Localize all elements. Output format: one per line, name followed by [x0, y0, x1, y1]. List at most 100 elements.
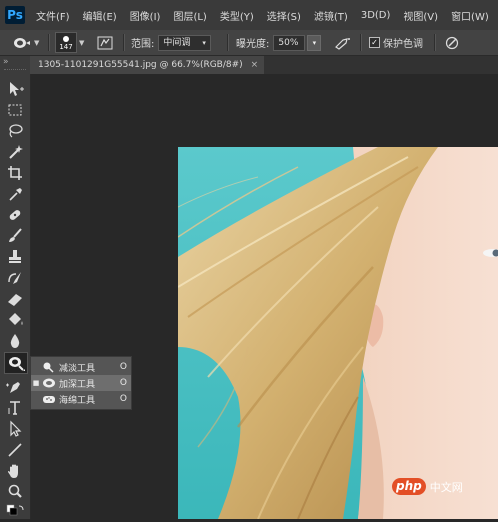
type-tool[interactable] [4, 398, 26, 418]
blur-icon [4, 331, 26, 351]
exposure-input[interactable]: 50% [273, 35, 305, 51]
exposure-slider-toggle[interactable]: ▾ [307, 35, 321, 51]
range-select-value: 中间调 [163, 36, 190, 50]
document-tab-bar: 1305-1101291G55541.jpg @ 66.7%(RGB/8#) × [30, 56, 498, 74]
path-select-icon [4, 419, 26, 439]
chevron-down-icon: ▾ [313, 39, 317, 47]
toolbar-grip [4, 69, 26, 72]
airbrush-icon [334, 36, 352, 50]
paint-bucket-icon [4, 310, 26, 330]
zoom-icon [4, 482, 26, 502]
clone-stamp-icon [4, 247, 26, 267]
watermark-text: 中文网 [430, 479, 463, 495]
pen-icon [4, 377, 26, 397]
document-tab[interactable]: 1305-1101291G55541.jpg @ 66.7%(RGB/8#) × [30, 56, 264, 74]
document-photo[interactable] [178, 147, 498, 519]
document-title: 1305-1101291G55541.jpg @ 66.7%(RGB/8#) [38, 60, 243, 70]
line-tool[interactable] [4, 440, 26, 460]
watermark-badge: php [392, 478, 426, 495]
php-watermark: php 中文网 [392, 478, 463, 495]
eraser-tool[interactable] [4, 289, 26, 309]
menu-edit[interactable]: 编辑(E) [83, 8, 117, 23]
chevron-down-icon: ▼ [34, 39, 39, 47]
hand-icon [4, 461, 26, 481]
brush-panel-toggle[interactable] [97, 30, 113, 55]
menu-view[interactable]: 视图(V) [403, 8, 438, 23]
airbrush-toggle[interactable] [334, 30, 352, 55]
eraser-icon [4, 289, 26, 309]
tool-preset-picker[interactable]: ▼ [12, 30, 39, 55]
options-bar: ▼ 147 ▼ 范围: 中间调 ▾ 曝光度: 50% ▾ [0, 30, 498, 56]
color-swatches[interactable] [4, 502, 26, 522]
protect-tones-checkbox[interactable]: ✓ 保护色调 [369, 30, 423, 55]
hand-tool[interactable] [4, 461, 26, 481]
zoom-tool[interactable] [4, 482, 26, 502]
color-swatch-icon [4, 502, 26, 522]
magic-wand-tool[interactable] [4, 142, 26, 162]
canvas-area[interactable] [31, 74, 498, 519]
menu-layer[interactable]: 图层(L) [173, 8, 206, 23]
pressure-icon [444, 35, 460, 51]
range-label: 范围: [131, 35, 154, 50]
sponge-icon [41, 393, 57, 405]
history-brush-tool[interactable] [4, 268, 26, 288]
chevron-down-icon: ▾ [202, 36, 206, 50]
menu-file[interactable]: 文件(F) [36, 8, 70, 23]
exposure-label: 曝光度: [236, 35, 269, 50]
chevron-down-icon: ▼ [79, 39, 84, 47]
flyout-item-sponge[interactable]: 海绵工具 O [31, 391, 131, 407]
close-icon[interactable]: × [251, 60, 259, 70]
crop-icon [4, 163, 26, 183]
collapse-icon[interactable]: » [3, 57, 9, 67]
marquee-tool[interactable] [4, 100, 26, 120]
flyout-item-label: 加深工具 [59, 377, 115, 390]
brush-picker[interactable]: 147 ▼ [55, 30, 84, 55]
dodge-tool[interactable] [4, 352, 28, 374]
dodge-icon [5, 353, 27, 373]
crop-tool[interactable] [4, 163, 26, 183]
flyout-item-shortcut: O [115, 394, 127, 404]
type-icon [4, 398, 26, 418]
photo-image [178, 147, 498, 519]
menu-3d[interactable]: 3D(D) [361, 10, 391, 21]
menu-select[interactable]: 选择(S) [267, 8, 301, 23]
menu-bar: Ps 文件(F) 编辑(E) 图像(I) 图层(L) 类型(Y) 选择(S) 滤… [0, 0, 498, 31]
range-select[interactable]: 中间调 ▾ [158, 35, 211, 51]
healing-brush-icon [4, 205, 26, 225]
tools-panel: » [0, 56, 31, 519]
flyout-item-burn[interactable]: ■ 加深工具 O [31, 375, 131, 391]
brush-tip-icon [63, 36, 69, 42]
burn-icon [41, 377, 57, 389]
healing-brush-tool[interactable] [4, 205, 26, 225]
clone-stamp-tool[interactable] [4, 247, 26, 267]
photoshop-logo: Ps [5, 6, 25, 24]
flyout-item-dodge[interactable]: 减淡工具 O [31, 359, 131, 375]
lasso-tool[interactable] [4, 121, 26, 141]
brush-size-value: 147 [56, 43, 76, 51]
lasso-icon [4, 121, 26, 141]
eyedropper-tool[interactable] [4, 184, 26, 204]
line-icon [4, 440, 26, 460]
menu-filter[interactable]: 滤镜(T) [314, 8, 348, 23]
paint-bucket-tool[interactable] [4, 310, 26, 330]
menu-image[interactable]: 图像(I) [130, 8, 161, 23]
brush-tool[interactable] [4, 226, 26, 246]
pressure-size-toggle[interactable] [444, 30, 460, 55]
flyout-item-label: 海绵工具 [59, 393, 115, 406]
dodge-icon [41, 361, 57, 373]
flyout-item-shortcut: O [115, 362, 127, 372]
move-icon [4, 79, 26, 99]
flyout-item-label: 减淡工具 [59, 361, 115, 374]
eyedropper-icon [4, 184, 26, 204]
menu-type[interactable]: 类型(Y) [220, 8, 254, 23]
checkbox-icon: ✓ [369, 37, 380, 48]
blur-tool[interactable] [4, 331, 26, 351]
protect-tones-label: 保护色调 [383, 35, 423, 50]
pen-tool[interactable] [4, 377, 26, 397]
path-select-tool[interactable] [4, 419, 26, 439]
brush-size-swatch: 147 [55, 32, 77, 53]
move-tool[interactable] [4, 79, 26, 99]
flyout-item-shortcut: O [115, 378, 127, 388]
menu-window[interactable]: 窗口(W) [451, 8, 489, 23]
selected-bullet-icon: ■ [31, 379, 41, 387]
